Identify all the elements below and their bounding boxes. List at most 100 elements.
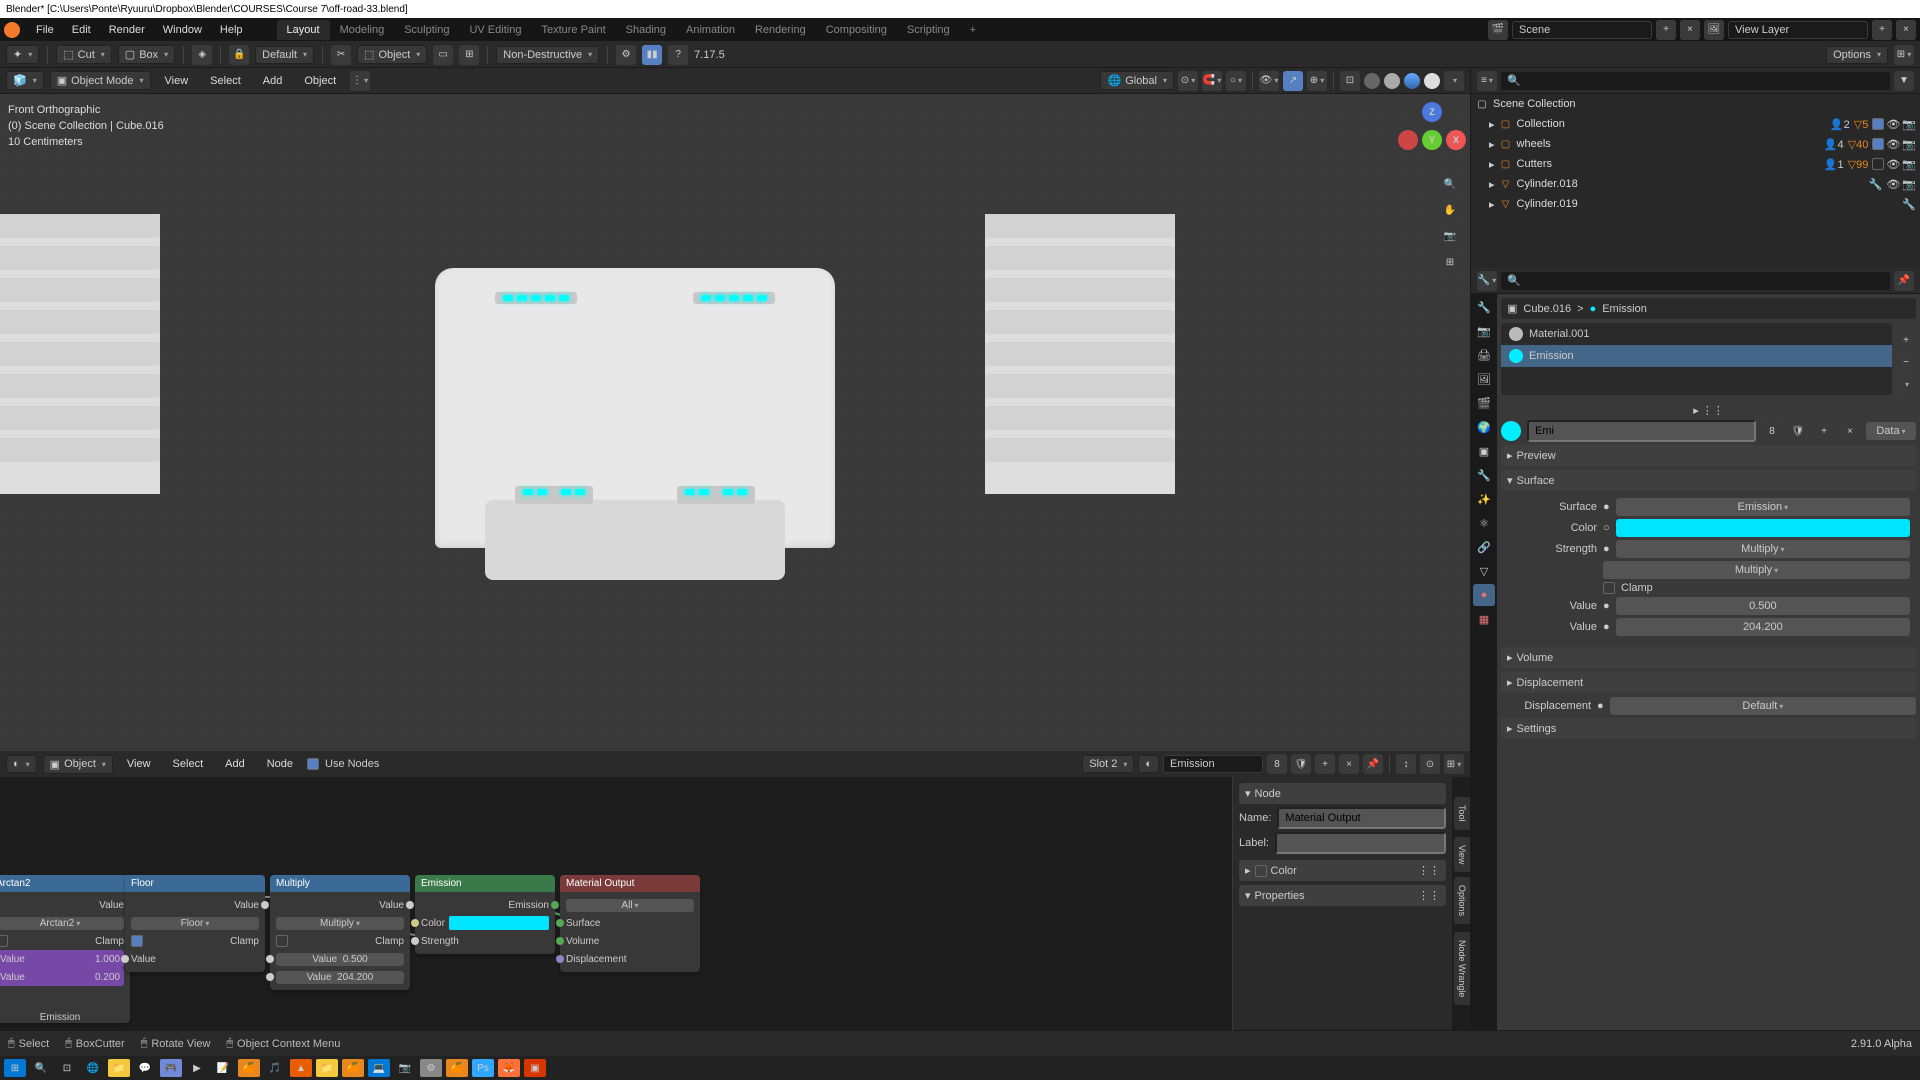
node-menu[interactable]: Node xyxy=(259,755,301,773)
scene-delete-icon[interactable]: × xyxy=(1680,20,1700,40)
use-nodes-check[interactable] xyxy=(307,758,319,770)
pause-icon[interactable]: ▮▮ xyxy=(642,45,662,65)
app-icon[interactable]: 💻 xyxy=(368,1059,390,1077)
node-extra-icon[interactable]: ⊞ xyxy=(1444,754,1464,774)
vp-select[interactable]: Select xyxy=(202,72,249,90)
eye-icon[interactable]: 👁 xyxy=(1886,138,1900,151)
search-icon[interactable]: 🔍 xyxy=(30,1059,52,1077)
menu-help[interactable]: Help xyxy=(212,21,251,39)
clamp-check[interactable] xyxy=(131,935,143,947)
tab-rendering[interactable]: Rendering xyxy=(745,20,816,40)
menu-window[interactable]: Window xyxy=(155,21,210,39)
overlay-icon[interactable]: ⊕ xyxy=(1307,71,1327,91)
gear-icon[interactable]: ⚙ xyxy=(616,45,636,65)
tab-constraint-icon[interactable]: 🔗 xyxy=(1473,536,1495,558)
firefox-icon[interactable]: 🦊 xyxy=(498,1059,520,1077)
mat-fake-icon[interactable]: 🛡 xyxy=(1291,754,1311,774)
tab-tool-icon[interactable]: 🔧 xyxy=(1473,296,1495,318)
link-icon[interactable]: ● xyxy=(1597,700,1604,712)
vp-extra-icon[interactable]: ⋮ xyxy=(350,71,370,91)
ps-icon[interactable]: Ps xyxy=(472,1059,494,1077)
app-icon[interactable]: 📝 xyxy=(212,1059,234,1077)
tab-tool[interactable]: Tool xyxy=(1454,797,1470,830)
tab-viewlayer-icon[interactable]: 🖼 xyxy=(1473,368,1495,390)
tab-texture-paint[interactable]: Texture Paint xyxy=(531,20,615,40)
panel-color[interactable]: ▸ Color ⋮⋮ xyxy=(1239,860,1446,881)
mat-browse-icon[interactable] xyxy=(1501,421,1521,441)
help-icon[interactable]: ? xyxy=(668,45,688,65)
panel-preview[interactable]: ▸ Preview xyxy=(1501,445,1916,466)
axis-x-icon[interactable]: X xyxy=(1446,130,1466,150)
mat-name-input[interactable] xyxy=(1163,755,1263,773)
op-drop[interactable]: Multiply xyxy=(1603,561,1910,579)
target-drop[interactable]: ⬚ Object xyxy=(357,45,427,64)
node-editor-type-icon[interactable]: ◐ xyxy=(6,755,37,773)
camera-icon[interactable]: 📷 xyxy=(1902,158,1916,171)
clamp-check[interactable] xyxy=(0,935,8,947)
camera-icon[interactable]: 📷 xyxy=(1902,138,1916,151)
tab-add[interactable]: + xyxy=(960,20,986,40)
eye-icon[interactable]: 👁 xyxy=(1886,178,1900,191)
shape-drop[interactable]: ▢ Box xyxy=(118,45,175,64)
exclude-check[interactable] xyxy=(1872,158,1884,170)
node-floor[interactable]: Floor Value Floor Clamp Value xyxy=(125,875,265,972)
tab-mesh-icon[interactable]: ▽ xyxy=(1473,560,1495,582)
link-icon[interactable]: ○ xyxy=(1603,522,1610,534)
xray-icon[interactable]: ⊡ xyxy=(1340,71,1360,91)
lock-icon[interactable]: 🔒 xyxy=(229,45,249,65)
shading-wireframe-icon[interactable] xyxy=(1364,73,1380,89)
node-name-input[interactable] xyxy=(1277,807,1446,829)
app-icon[interactable]: 🎮 xyxy=(160,1059,182,1077)
blender-logo-icon[interactable] xyxy=(4,22,20,38)
shading-solid-icon[interactable] xyxy=(1384,73,1400,89)
eye-icon[interactable]: 👁 xyxy=(1886,118,1900,131)
camera-icon[interactable]: 📷 xyxy=(1902,118,1916,131)
unlink-icon[interactable]: × xyxy=(1840,421,1860,441)
node-material-output[interactable]: Material Output All Surface Volume Displ… xyxy=(560,875,700,972)
app-icon[interactable]: 📷 xyxy=(394,1059,416,1077)
tab-material-icon[interactable]: ● xyxy=(1473,584,1495,606)
viewlayer-delete-icon[interactable]: × xyxy=(1896,20,1916,40)
scene-name-input[interactable] xyxy=(1512,21,1652,39)
app-icon[interactable]: 🎵 xyxy=(264,1059,286,1077)
collection-icon[interactable]: ▭ xyxy=(433,45,453,65)
viewport-3d[interactable]: Front Orthographic (0) Scene Collection … xyxy=(0,94,1470,750)
visibility-icon[interactable]: 👁 xyxy=(1259,71,1279,91)
viewlayer-browse-icon[interactable]: 🖼 xyxy=(1704,20,1724,40)
vp-add[interactable]: Add xyxy=(255,72,291,90)
node-view[interactable]: View xyxy=(119,755,159,773)
explorer-icon[interactable]: 📁 xyxy=(108,1059,130,1077)
panel-displacement[interactable]: ▸ Displacement xyxy=(1501,672,1916,693)
tab-animation[interactable]: Animation xyxy=(676,20,745,40)
tab-shading[interactable]: Shading xyxy=(616,20,676,40)
preset-drop[interactable]: Default xyxy=(255,46,314,64)
link-icon[interactable]: ● xyxy=(1603,501,1610,513)
options-drop[interactable]: Options xyxy=(1826,46,1888,64)
snap-icon[interactable]: 🧲 xyxy=(1202,71,1222,91)
vp-object[interactable]: Object xyxy=(296,72,344,90)
object-row[interactable]: ▸▽ Cylinder.018 🔧 👁📷 xyxy=(1471,174,1920,194)
tab-world-icon[interactable]: 🌍 xyxy=(1473,416,1495,438)
panel-settings[interactable]: ▸ Settings xyxy=(1501,718,1916,739)
mat-users[interactable]: 8 xyxy=(1762,421,1782,441)
tab-object-icon[interactable]: ▣ xyxy=(1473,440,1495,462)
node-arctan2[interactable]: Arctan2 Value Arctan2 Clamp Value1.000 V… xyxy=(0,875,130,1023)
node-label-input[interactable] xyxy=(1275,832,1446,854)
slot-remove-button[interactable]: − xyxy=(1896,352,1916,372)
tab-output-icon[interactable]: 🖨 xyxy=(1473,344,1495,366)
snap-node-icon[interactable]: ⊙ xyxy=(1420,754,1440,774)
pivot-icon[interactable]: ⊙ xyxy=(1178,71,1198,91)
collection-row[interactable]: ▸▢ Cutters 👤1 ▽99 👁📷 xyxy=(1471,154,1920,174)
link-mode[interactable]: Data xyxy=(1866,422,1916,440)
exclude-check[interactable] xyxy=(1872,138,1884,150)
color-swatch[interactable] xyxy=(449,916,549,930)
eye-icon[interactable]: 👁 xyxy=(1886,158,1900,171)
modifier-icon[interactable]: 🔧 xyxy=(1902,198,1916,211)
shading-material-icon[interactable] xyxy=(1404,73,1420,89)
orientation-drop[interactable]: 🌐 Global xyxy=(1100,71,1174,90)
tab-modeling[interactable]: Modeling xyxy=(330,20,395,40)
collection-row[interactable]: ▸▢ wheels 👤4 ▽40 👁📷 xyxy=(1471,134,1920,154)
link-icon[interactable]: ● xyxy=(1603,543,1610,555)
vlc-icon[interactable]: ▲ xyxy=(290,1059,312,1077)
editor-type-icon[interactable]: ⊞ xyxy=(1894,45,1914,65)
